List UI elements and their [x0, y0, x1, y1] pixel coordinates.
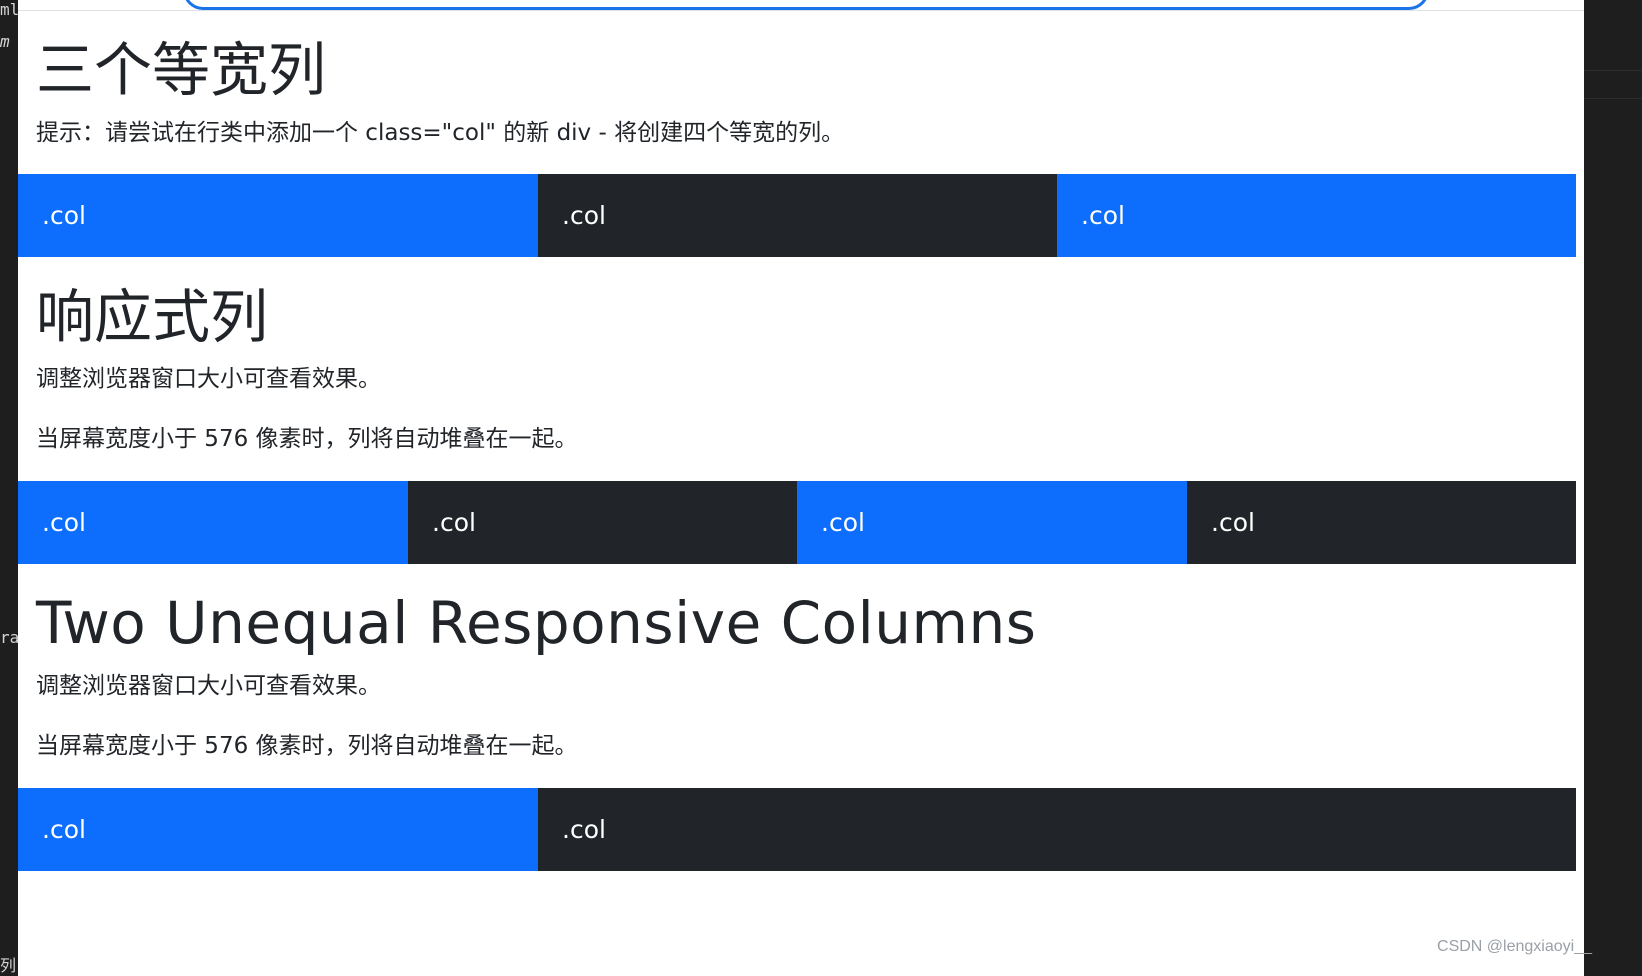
browser-page: 三个等宽列 提示：请尝试在行类中添加一个 class="col" 的新 div …: [18, 0, 1584, 976]
section2-row: .col .col .col .col: [18, 481, 1584, 564]
section3-title: Two Unequal Responsive Columns: [36, 589, 1037, 657]
section1-title: 三个等宽列: [36, 36, 327, 104]
section1-tip: 提示：请尝试在行类中添加一个 class="col" 的新 div - 将创建四…: [36, 120, 845, 146]
column-box: .col: [18, 788, 538, 871]
column-box: .col: [538, 788, 1576, 871]
section2-paragraph: 调整浏览器窗口大小可查看效果。: [36, 366, 381, 392]
section2-title: 响应式列: [36, 283, 269, 351]
column-box: .col: [1187, 481, 1576, 564]
editor-fragment: ml: [0, 0, 18, 19]
section3-row: .col .col: [18, 788, 1584, 871]
column-box: .col: [538, 174, 1057, 257]
editor-fragment: 列: [0, 956, 17, 975]
column-box: .col: [408, 481, 797, 564]
column-box: .col: [18, 481, 408, 564]
editor-left-panel: ml m ra 列: [0, 0, 18, 976]
column-box: .col: [1057, 174, 1576, 257]
editor-fragment: ra: [0, 628, 18, 647]
section3-paragraph: 当屏幕宽度小于 576 像素时，列将自动堆叠在一起。: [36, 733, 578, 759]
editor-right-panel: [1584, 0, 1642, 976]
section3-paragraph: 调整浏览器窗口大小可查看效果。: [36, 673, 381, 699]
section2-paragraph: 当屏幕宽度小于 576 像素时，列将自动堆叠在一起。: [36, 426, 578, 452]
column-box: .col: [797, 481, 1187, 564]
editor-fragment: m: [0, 32, 10, 51]
column-box: .col: [18, 174, 538, 257]
section1-row: .col .col .col: [18, 174, 1584, 257]
address-bar[interactable]: [183, 0, 1429, 10]
watermark: CSDN @lengxiaoyi__: [1437, 938, 1592, 955]
